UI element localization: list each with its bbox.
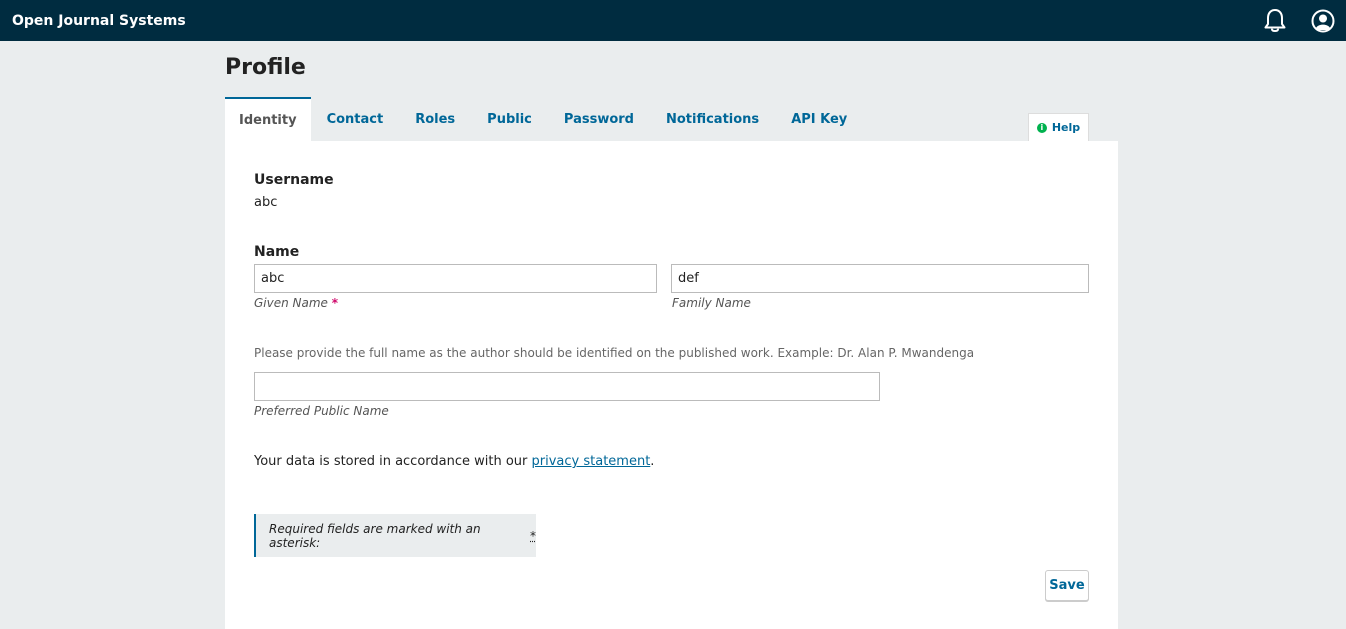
given-name-input[interactable] xyxy=(254,264,657,293)
preferred-public-name-input[interactable] xyxy=(254,372,880,401)
privacy-text: Your data is stored in accordance with o… xyxy=(254,454,654,469)
given-name-label-text: Given Name xyxy=(254,296,328,310)
help-button[interactable]: i Help xyxy=(1028,113,1089,141)
username-label: Username xyxy=(254,172,334,188)
header-actions xyxy=(1263,8,1335,34)
help-label: Help xyxy=(1051,121,1081,134)
tab-identity[interactable]: Identity xyxy=(225,97,311,141)
profile-tabs: Identity Contact Roles Public Password N… xyxy=(225,97,863,141)
family-name-input[interactable] xyxy=(671,264,1089,293)
bell-icon[interactable] xyxy=(1263,8,1287,34)
tab-public[interactable]: Public xyxy=(471,97,548,141)
save-button[interactable]: Save xyxy=(1045,570,1089,601)
tab-roles[interactable]: Roles xyxy=(399,97,471,141)
required-fields-notice: Required fields are marked with an aster… xyxy=(254,514,536,557)
family-name-label: Family Name xyxy=(672,296,751,310)
top-navigation-bar: Open Journal Systems xyxy=(0,0,1346,41)
name-label: Name xyxy=(254,244,300,260)
preferred-public-name-label: Preferred Public Name xyxy=(254,404,389,418)
info-icon: i xyxy=(1036,122,1047,133)
user-circle-icon[interactable] xyxy=(1311,9,1335,33)
given-name-label: Given Name * xyxy=(254,296,338,310)
privacy-suffix: . xyxy=(650,454,655,469)
tab-api-key[interactable]: API Key xyxy=(775,97,863,141)
privacy-prefix: Your data is stored in accordance with o… xyxy=(254,454,532,469)
privacy-statement-link[interactable]: privacy statement xyxy=(532,454,651,469)
identity-form-panel: Username abc Name Given Name * Family Na… xyxy=(225,141,1118,629)
tab-notifications[interactable]: Notifications xyxy=(650,97,775,141)
username-value: abc xyxy=(254,195,278,210)
required-notice-text: Required fields are marked with an aster… xyxy=(269,521,481,550)
required-asterisk: * xyxy=(331,296,339,310)
tab-contact[interactable]: Contact xyxy=(311,97,400,141)
preferred-name-description: Please provide the full name as the auth… xyxy=(254,346,975,360)
required-notice-asterisk: * xyxy=(530,528,536,543)
app-title[interactable]: Open Journal Systems xyxy=(12,13,186,29)
page-title: Profile xyxy=(225,55,306,80)
tab-password[interactable]: Password xyxy=(548,97,650,141)
